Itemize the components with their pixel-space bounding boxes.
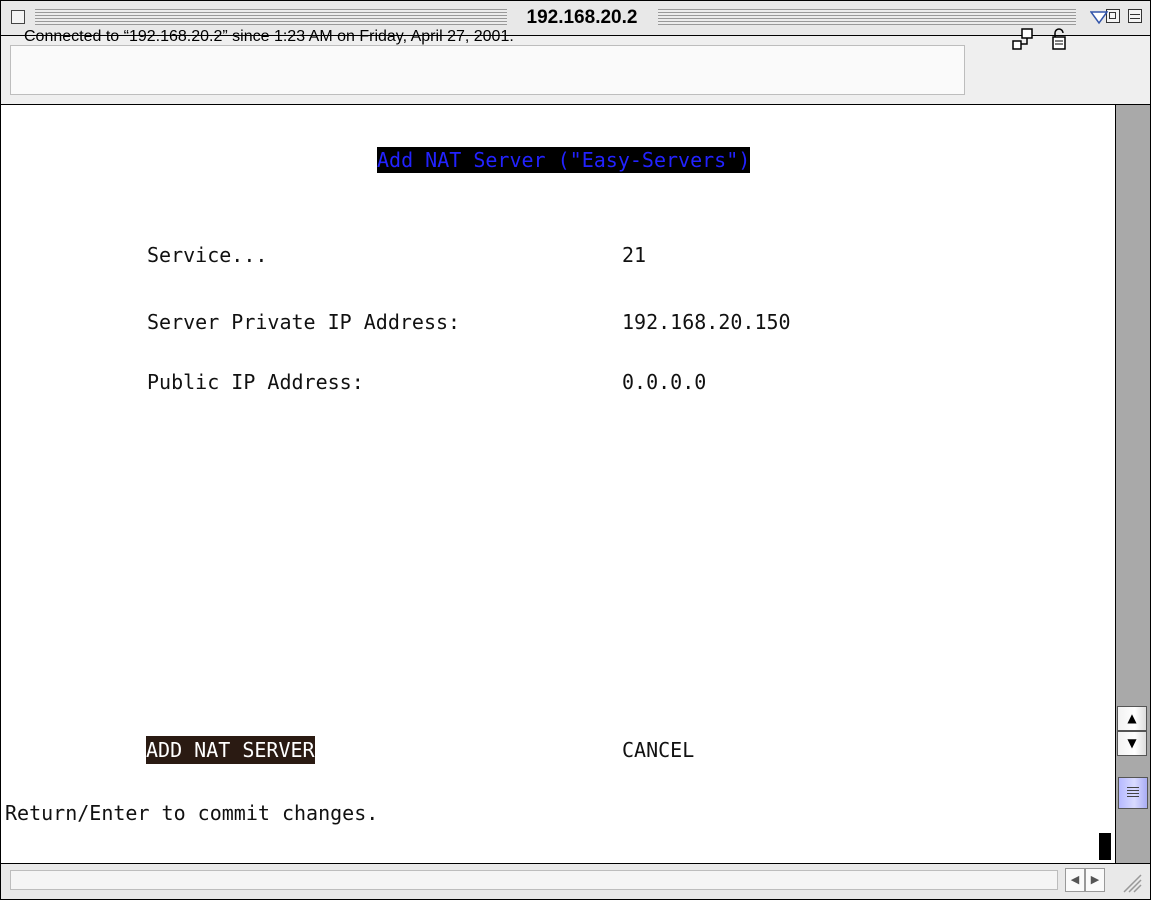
horizontal-track [10,870,1058,890]
public-ip-value[interactable]: 0.0.0.0 [622,370,706,394]
resize-grip-icon[interactable] [1117,870,1143,894]
collapse-box[interactable] [1128,9,1142,23]
zoom-box[interactable] [1106,9,1120,23]
title-stripes-left [35,9,507,25]
connection-status: Connected to “192.168.20.2” since 1:23 A… [24,28,514,45]
service-value[interactable]: 21 [622,243,646,267]
cancel-button[interactable]: CANCEL [622,738,694,762]
network-icon[interactable] [1011,28,1035,52]
scroll-up-arrow[interactable]: ▲ [1117,706,1147,731]
scroll-right-arrow[interactable]: ▶ [1085,868,1105,892]
terminal-screen[interactable]: Add NAT Server ("Easy-Servers") Service.… [1,105,1115,863]
service-label: Service... [147,243,268,267]
commit-hint: Return/Enter to commit changes. [5,801,379,825]
text-cursor [1099,833,1111,860]
page-heading: Add NAT Server ("Easy-Servers") [377,147,751,173]
horizontal-scrollbar[interactable]: ◀ ▶ [1,863,1150,899]
title-stripes-right [658,9,1076,25]
terminal-window: 192.168.20.2 Connected to “192.168.20.2”… [0,0,1151,900]
add-nat-server-button[interactable]: ADD NAT SERVER [146,736,315,764]
close-box[interactable] [11,10,25,24]
status-bar [1,36,1150,105]
public-ip-label: Public IP Address: [147,370,364,394]
window-title: 192.168.20.2 [526,7,638,28]
triangle-down-icon[interactable] [1090,11,1108,25]
status-field [10,45,965,95]
scroll-down-arrow[interactable]: ▼ [1117,731,1147,756]
scroll-left-arrow[interactable]: ◀ [1065,868,1085,892]
private-ip-value[interactable]: 192.168.20.150 [622,310,791,334]
private-ip-label: Server Private IP Address: [147,310,461,334]
lock-icon[interactable] [1051,27,1067,51]
scroll-thumb[interactable] [1118,777,1148,809]
